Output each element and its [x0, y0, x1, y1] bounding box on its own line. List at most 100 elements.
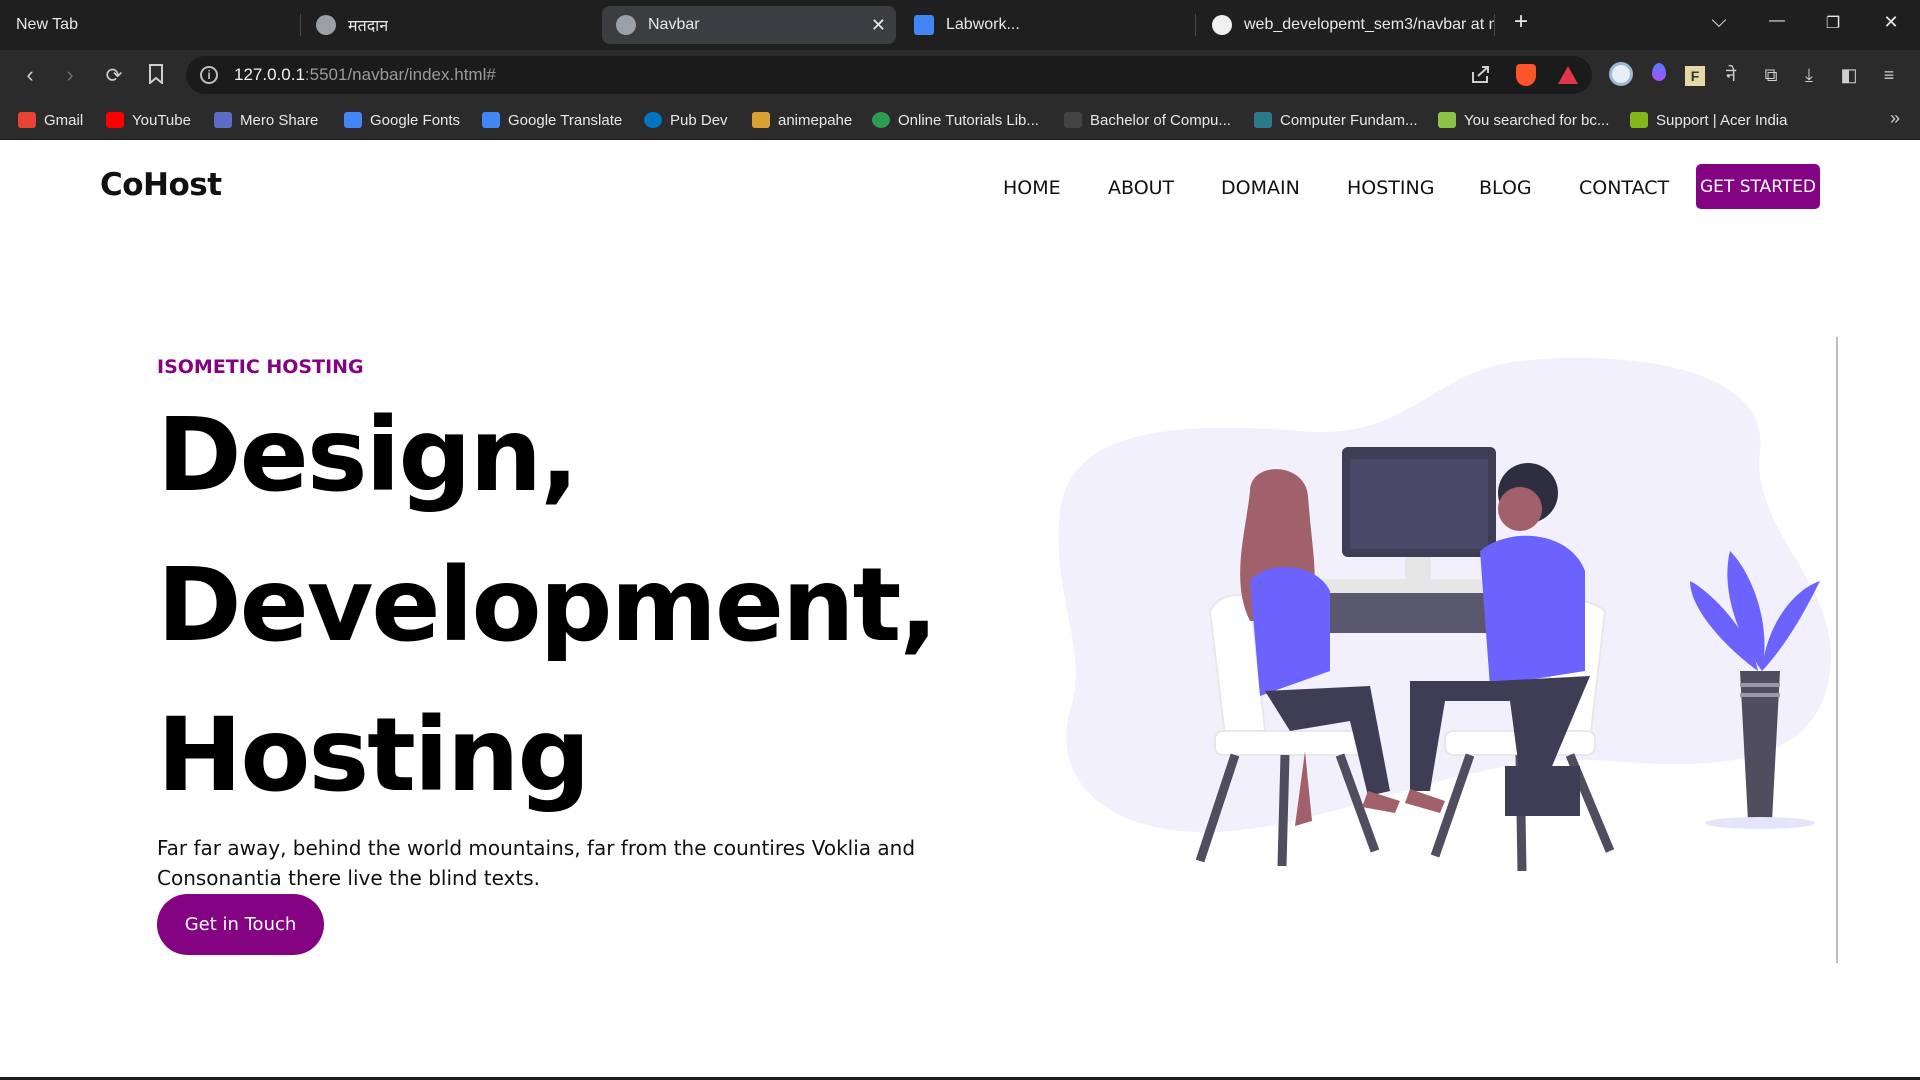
hero-title-line-3: Hosting [157, 696, 591, 815]
tab-strip: New Tab मतदान Navbar ✕ Labwork... web_de… [0, 0, 1920, 50]
mero-share-icon [214, 112, 232, 128]
hero-description: Far far away, behind the world mountains… [157, 836, 916, 890]
tutorialspoint-icon [872, 112, 890, 128]
google-fonts-icon [344, 112, 362, 128]
site-info-icon[interactable]: i [200, 66, 218, 84]
tab-matdan[interactable]: मतदान [302, 6, 600, 44]
globe-icon [316, 15, 336, 35]
plant-shadow [1705, 817, 1815, 829]
tab-new-tab[interactable]: New Tab [0, 6, 300, 44]
url-text[interactable]: 127.0.0.1:5501/navbar/index.html# [234, 65, 496, 85]
tab-github[interactable]: web_developemt_sem3/navbar at m [1198, 6, 1494, 44]
graduate-icon [1064, 112, 1082, 128]
hero-title-line-1: Design, [157, 396, 579, 515]
nav-blog[interactable]: BLOG [1479, 177, 1532, 199]
bookmark-label: animepahe [778, 111, 853, 129]
man-shirt [1480, 535, 1585, 686]
more-bookmarks-icon[interactable]: » [1890, 108, 1900, 129]
tab-labwork[interactable]: Labwork... [900, 6, 1194, 44]
download-icon[interactable]: ⤓ [1796, 62, 1822, 88]
tab-divider [1494, 14, 1495, 36]
bookmark-youtube[interactable]: YouTube [106, 108, 191, 132]
new-tab-button[interactable]: + [1506, 8, 1536, 36]
monitor-stand [1405, 557, 1431, 579]
chair-bag [1505, 766, 1580, 816]
animepahe-icon [752, 112, 770, 128]
pub-dev-icon [644, 112, 662, 128]
bookmark-acer-support[interactable]: Support | Acer India [1630, 108, 1787, 132]
tab-label: web_developemt_sem3/navbar at m [1244, 16, 1494, 33]
url-path: :5501/navbar/index.html# [304, 65, 496, 84]
extensions-puzzle-icon[interactable]: ⧉ [1758, 62, 1784, 88]
bookmark-label: You searched for bc... [1464, 111, 1610, 129]
gmail-icon [18, 112, 36, 128]
bookmark-mero-share[interactable]: Mero Share [214, 108, 318, 132]
back-icon[interactable]: ‹ [16, 62, 44, 88]
bookmarks-bar: Gmail YouTube Mero Share Google Fonts Go… [0, 100, 1920, 140]
google-classroom-icon [914, 15, 934, 35]
reload-icon[interactable]: ⟳ [100, 63, 128, 88]
extension-nepali-icon[interactable]: ने [1718, 62, 1744, 88]
hero-illustration [1058, 357, 1831, 871]
tab-label: Labwork... [946, 16, 1020, 33]
minimize-button[interactable]: — [1762, 12, 1792, 30]
extension-circle-icon[interactable] [1608, 62, 1634, 88]
tab-search-dropdown-icon[interactable]: ⌵ [1704, 10, 1734, 33]
tab-navbar[interactable]: Navbar ✕ [602, 6, 896, 44]
nav-hosting[interactable]: HOSTING [1347, 177, 1434, 199]
tab-label: New Tab [16, 16, 78, 33]
forward-icon[interactable]: › [56, 62, 84, 88]
bookmark-label: Computer Fundam... [1280, 111, 1418, 129]
bookmark-computer-fundam[interactable]: Computer Fundam... [1254, 108, 1418, 132]
get-started-button[interactable]: GET STARTED [1696, 164, 1820, 209]
bookmark-pub-dev[interactable]: Pub Dev [644, 108, 728, 132]
tab-label: Navbar [648, 16, 700, 33]
bookmark-label: Mero Share [240, 111, 319, 129]
close-window-button[interactable]: ✕ [1876, 12, 1906, 33]
brave-shields-icon[interactable] [1516, 64, 1536, 86]
tab-label: मतदान [348, 18, 389, 35]
globe-icon [616, 15, 636, 35]
extension-f-icon[interactable]: F [1682, 62, 1708, 88]
man-shoe [1405, 789, 1445, 813]
nav-home[interactable]: HOME [1003, 177, 1061, 199]
brave-rewards-icon[interactable] [1558, 66, 1578, 84]
section-divider [1836, 337, 1838, 963]
hero-eyebrow: ISOMETIC HOSTING [157, 356, 364, 378]
pot-stripe [1740, 683, 1780, 687]
google-translate-icon [482, 112, 500, 128]
nav-contact[interactable]: CONTACT [1579, 177, 1669, 199]
bookmark-label: Google Translate [508, 111, 623, 129]
bookmark-gmail[interactable]: Gmail [18, 108, 83, 132]
bookmark-label: YouTube [132, 111, 191, 129]
extension-drop-icon[interactable] [1646, 62, 1672, 88]
bookmark-online-tutorials[interactable]: Online Tutorials Lib... [872, 108, 1039, 132]
nav-about[interactable]: ABOUT [1108, 177, 1174, 199]
nav-domain[interactable]: DOMAIN [1221, 177, 1300, 199]
site-logo[interactable]: CoHost [100, 167, 222, 203]
share-icon[interactable] [1470, 64, 1492, 89]
restore-button[interactable]: ❐ [1818, 13, 1848, 33]
tab-divider [300, 14, 301, 36]
bookmark-bachelor-of-compu[interactable]: Bachelor of Compu... [1064, 108, 1231, 132]
hero-title-line-2: Development, [157, 546, 938, 665]
omnibox[interactable]: i 127.0.0.1:5501/navbar/index.html# [186, 56, 1592, 94]
bookmark-label: Bachelor of Compu... [1090, 111, 1231, 129]
sidebar-icon[interactable]: ◧ [1836, 62, 1862, 88]
close-tab-icon[interactable]: ✕ [871, 15, 886, 36]
github-icon [1212, 15, 1232, 35]
address-toolbar: ‹ › ⟳ i 127.0.0.1:5501/navbar/index.html… [0, 50, 1920, 100]
url-host: 127.0.0.1 [234, 65, 305, 84]
bookmark-google-translate[interactable]: Google Translate [482, 108, 622, 132]
bookmark-label: Online Tutorials Lib... [898, 111, 1039, 129]
get-in-touch-button[interactable]: Get in Touch [157, 894, 324, 955]
bookmark-animepahe[interactable]: animepahe [752, 108, 852, 132]
bookmark-google-fonts[interactable]: Google Fonts [344, 108, 460, 132]
pot-stripe [1740, 693, 1780, 697]
menu-icon[interactable]: ≡ [1876, 62, 1902, 88]
chair-seat-left [1214, 730, 1366, 756]
bookmark-icon[interactable] [142, 64, 170, 89]
bookmark-you-searched[interactable]: You searched for bc... [1438, 108, 1609, 132]
youtube-icon [106, 112, 124, 128]
tab-divider [1195, 14, 1196, 36]
